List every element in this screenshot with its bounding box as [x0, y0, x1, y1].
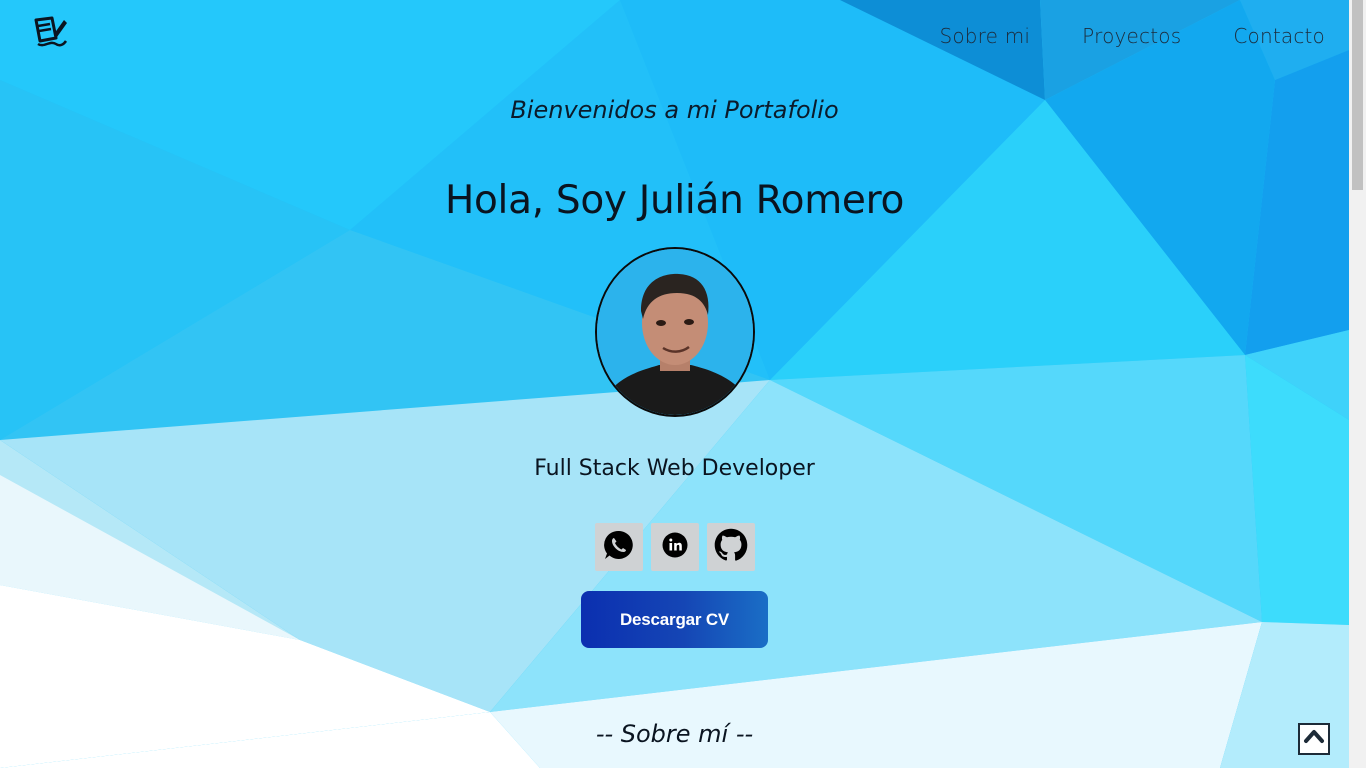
nav-link-proyectos[interactable]: Proyectos: [1082, 24, 1181, 48]
github-icon: [714, 528, 748, 566]
linkedin-icon: [662, 532, 688, 562]
pen-and-paper-icon[interactable]: [30, 14, 70, 54]
page-scrollbar[interactable]: [1349, 0, 1366, 768]
whatsapp-icon: [603, 529, 635, 565]
main-nav: Sobre mi Proyectos Contacto: [939, 24, 1325, 48]
nav-link-sobre-mi[interactable]: Sobre mi: [939, 24, 1030, 48]
scrollbar-thumb[interactable]: [1352, 0, 1363, 190]
role-title: Full Stack Web Developer: [534, 456, 815, 481]
scroll-to-top-button[interactable]: [1298, 723, 1330, 755]
avatar: [595, 247, 755, 417]
github-button[interactable]: [707, 523, 755, 571]
whatsapp-button[interactable]: [595, 523, 643, 571]
welcome-heading: Bienvenidos a mi Portafolio: [510, 96, 839, 124]
download-cv-button[interactable]: Descargar CV: [581, 591, 768, 648]
section-title-sobre-mi: -- Sobre mí --: [595, 720, 754, 748]
chevron-up-icon: [1303, 726, 1325, 752]
social-links: [595, 523, 755, 571]
portfolio-page: Sobre mi Proyectos Contacto Bienvenidos …: [0, 0, 1349, 768]
hero-name: Hola, Soy Julián Romero: [444, 178, 905, 223]
linkedin-button[interactable]: [651, 523, 699, 571]
nav-link-contacto[interactable]: Contacto: [1233, 24, 1325, 48]
